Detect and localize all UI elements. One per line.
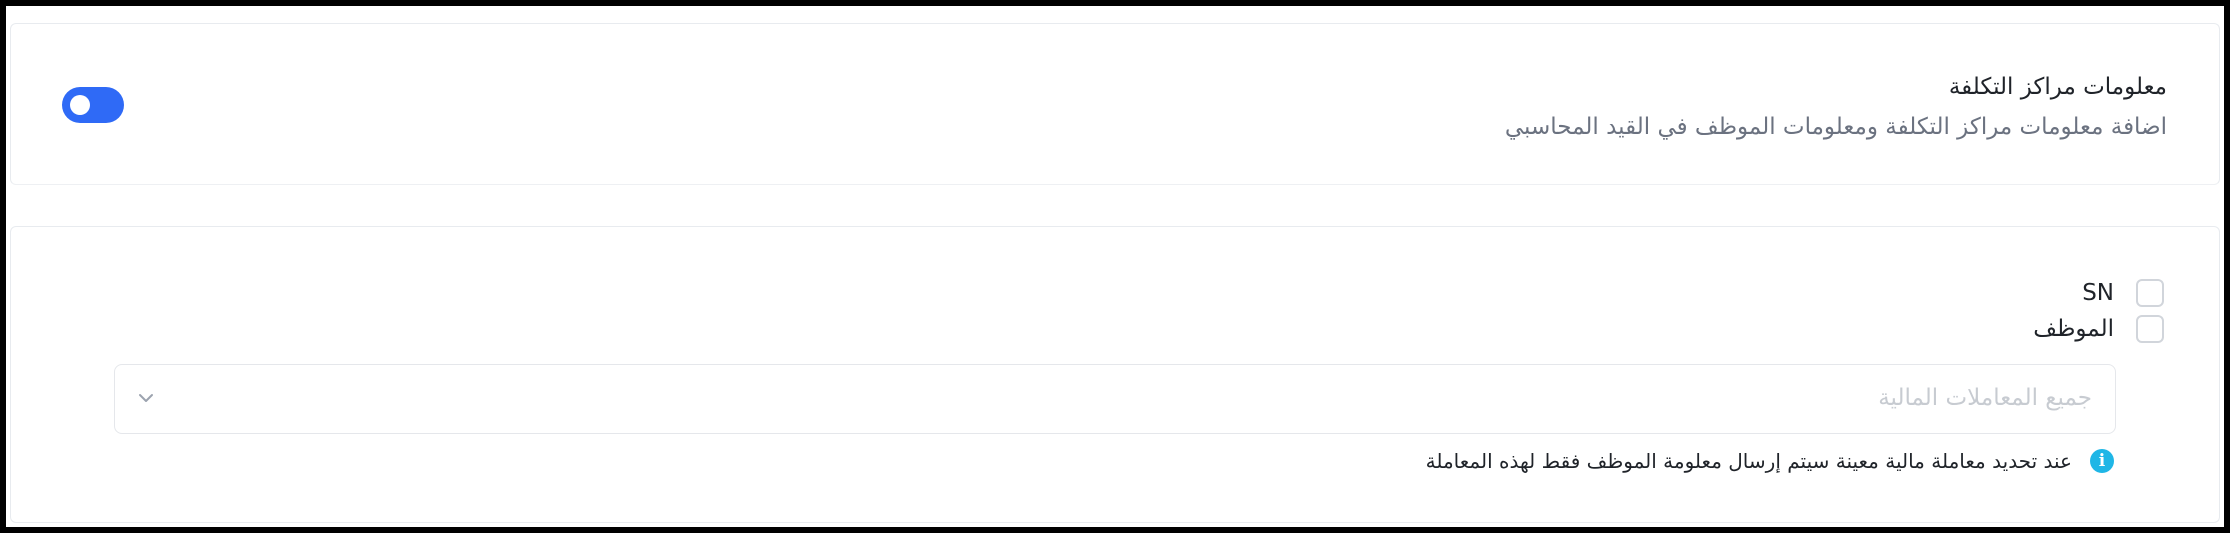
option-sn[interactable]: SN (2082, 279, 2164, 307)
settings-panel: معلومات مراكز التكلفة اضافة معلومات مراك… (6, 6, 2224, 527)
transactions-select[interactable]: جميع المعاملات المالية (114, 364, 2116, 434)
cost-center-section: معلومات مراكز التكلفة اضافة معلومات مراك… (10, 23, 2220, 185)
option-employee[interactable]: الموظف (2033, 315, 2164, 343)
sn-label: SN (2082, 280, 2114, 306)
hint-text: عند تحديد معاملة مالية معينة سيتم إرسال … (1425, 449, 2072, 473)
info-hint: i عند تحديد معاملة مالية معينة سيتم إرسا… (1426, 449, 2114, 473)
cost-center-options: SN الموظف جميع المعاملات المالية i عند ت… (10, 226, 2220, 523)
chevron-down-icon[interactable] (137, 389, 155, 407)
info-icon: i (2090, 449, 2114, 473)
section-title: معلومات مراكز التكلفة (1948, 74, 2167, 100)
employee-checkbox[interactable] (2136, 315, 2164, 343)
toggle-knob (70, 95, 90, 115)
sn-checkbox[interactable] (2136, 279, 2164, 307)
select-placeholder: جميع المعاملات المالية (1878, 385, 2092, 411)
cost-center-toggle[interactable] (62, 87, 124, 123)
employee-label: الموظف (2033, 316, 2114, 342)
section-subtitle: اضافة معلومات مراكز التكلفة ومعلومات الم… (1504, 114, 2167, 140)
